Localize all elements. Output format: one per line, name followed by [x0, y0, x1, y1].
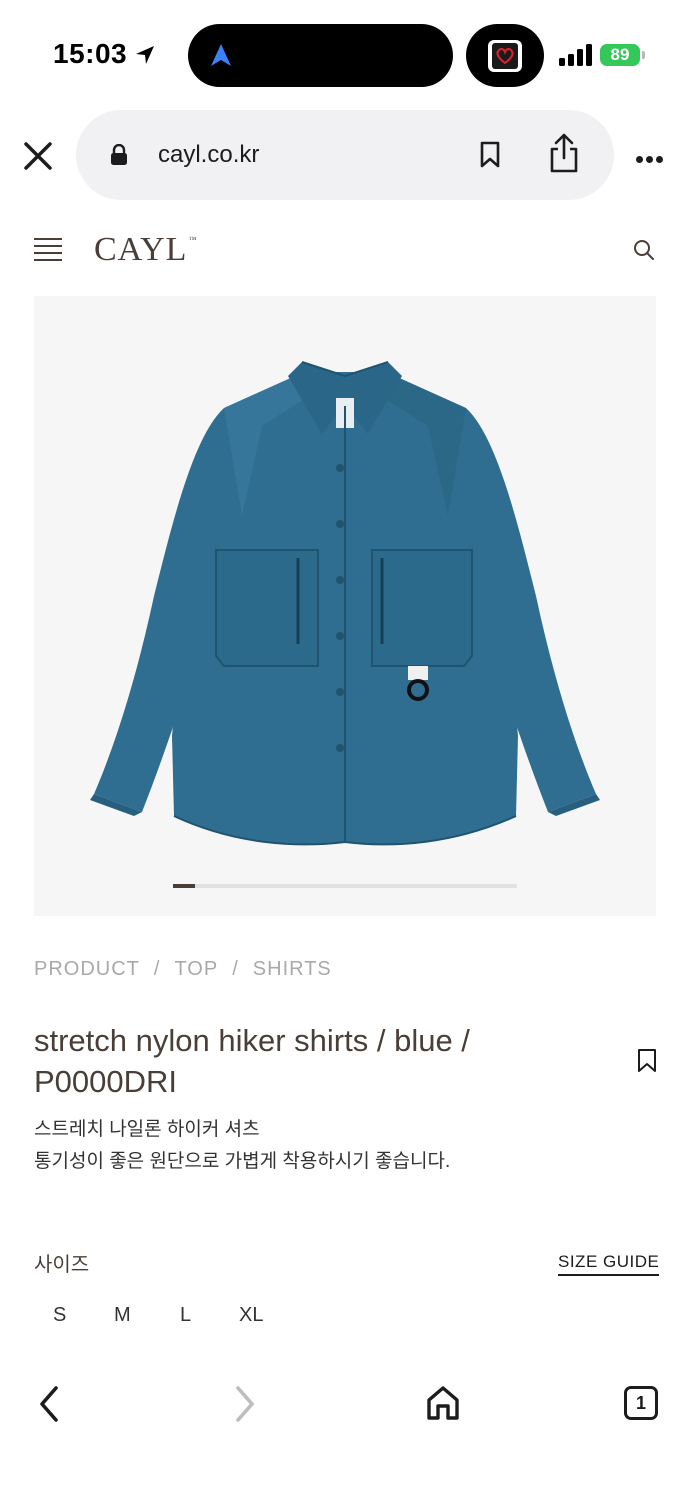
- signal-icon: [559, 44, 592, 66]
- breadcrumb-separator: /: [153, 958, 161, 980]
- menu-icon[interactable]: [34, 238, 62, 261]
- share-icon[interactable]: [548, 132, 580, 174]
- size-option-m[interactable]: M: [114, 1304, 131, 1327]
- heart-app-icon: [488, 40, 522, 72]
- product-description: 통기성이 좋은 원단으로 가볍게 착용하시기 좋습니다.: [34, 1151, 451, 1172]
- product-image-gallery[interactable]: [34, 296, 656, 916]
- product-subtitle: 스트레치 나일론 하이커 셔츠: [34, 1119, 260, 1140]
- site-logo[interactable]: CAYL™: [94, 231, 197, 269]
- browser-toolbar: 1: [0, 1370, 690, 1500]
- size-option-l[interactable]: L: [180, 1304, 191, 1327]
- gallery-progress-fill: [173, 884, 196, 888]
- close-icon[interactable]: [20, 138, 56, 174]
- back-icon[interactable]: [36, 1384, 62, 1424]
- breadcrumb-separator: /: [232, 958, 239, 980]
- dynamic-island[interactable]: [188, 24, 453, 87]
- tabs-icon[interactable]: 1: [624, 1386, 658, 1420]
- live-activity[interactable]: [466, 24, 544, 87]
- status-bar: 15:03 89: [0, 0, 690, 110]
- url-field[interactable]: cayl.co.kr: [76, 110, 614, 200]
- product-title: stretch nylon hiker shirts / blue / P000…: [34, 1023, 470, 1099]
- size-option-s[interactable]: S: [53, 1304, 66, 1327]
- location-arrow-icon: [136, 46, 154, 64]
- battery-indicator: 89: [600, 44, 645, 66]
- url-text: cayl.co.kr: [158, 141, 260, 168]
- wishlist-icon[interactable]: [637, 1048, 657, 1074]
- breadcrumb-item-shirts[interactable]: SHIRTS: [253, 958, 332, 980]
- breadcrumb: PRODUCT / TOP / SHIRTS: [34, 958, 332, 981]
- navigation-icon: [211, 44, 231, 66]
- home-icon[interactable]: [425, 1384, 461, 1422]
- breadcrumb-item-product[interactable]: PRODUCT: [34, 958, 140, 980]
- bookmark-icon[interactable]: [478, 140, 502, 170]
- site-header: CAYL™: [0, 218, 690, 282]
- search-icon[interactable]: [632, 238, 656, 262]
- gallery-progress-track[interactable]: [173, 884, 517, 888]
- status-time: 15:03: [53, 38, 128, 69]
- size-guide-link[interactable]: SIZE GUIDE: [558, 1252, 660, 1276]
- size-label: 사이즈: [34, 1254, 90, 1276]
- size-option-xl[interactable]: XL: [239, 1304, 263, 1327]
- browser-address-bar: cayl.co.kr: [0, 110, 690, 200]
- lock-icon: [111, 144, 127, 165]
- forward-icon[interactable]: [232, 1384, 258, 1424]
- logo-trademark: ™: [188, 235, 198, 244]
- logo-text: CAYL: [94, 231, 188, 268]
- breadcrumb-item-top[interactable]: TOP: [174, 958, 218, 980]
- product-photo-shirt: [90, 361, 600, 846]
- more-icon[interactable]: [636, 150, 668, 163]
